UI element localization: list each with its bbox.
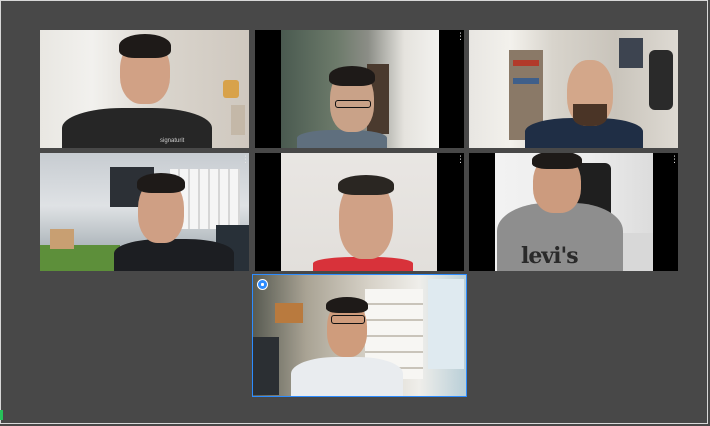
more-options-icon[interactable]: ⋮ [241, 156, 249, 165]
video-feed: levi's ⋮ [469, 153, 678, 271]
status-indicator [0, 410, 3, 420]
participant-tile[interactable]: ⋮ [40, 153, 249, 271]
more-options-icon[interactable]: ⋮ [456, 33, 464, 42]
participant-tile[interactable]: ⋮ [255, 30, 464, 148]
more-options-icon[interactable]: ⋮ [456, 156, 464, 165]
video-feed: ⋮ [255, 30, 464, 148]
video-feed: ⋮ [40, 153, 249, 271]
participant-tile[interactable]: levi's ⋮ [469, 153, 678, 271]
active-speaker-icon [257, 279, 268, 290]
participant-tile-active-speaker[interactable] [252, 274, 467, 397]
shirt-logo: signaturit [160, 138, 185, 144]
more-options-icon[interactable]: ⋮ [670, 156, 678, 165]
video-feed [253, 275, 466, 396]
participant-tile[interactable]: signaturit [40, 30, 249, 148]
participant-tile[interactable]: ⋮ [255, 153, 464, 271]
video-feed [469, 30, 678, 148]
shirt-print: levi's [521, 243, 579, 269]
video-feed: ⋮ [255, 153, 464, 271]
participant-tile[interactable] [469, 30, 678, 148]
video-feed: signaturit [40, 30, 249, 148]
